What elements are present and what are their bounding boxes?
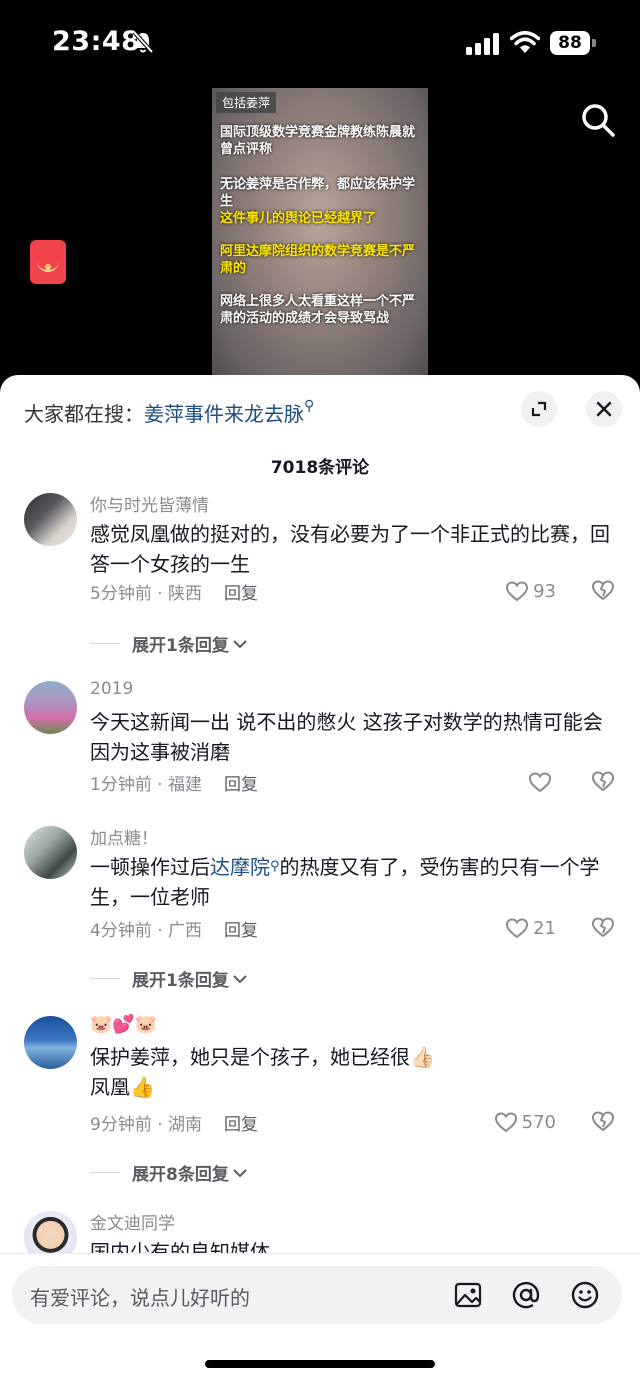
avatar[interactable]	[24, 493, 77, 546]
comment-text: 保护姜萍，她只是个孩子，她已经很👍🏻 凤凰👍	[90, 1042, 620, 1102]
comment-text: 感觉凤凰做的挺对的，没有必要为了一个非正式的比赛，回答一个女孩的一生	[90, 522, 610, 576]
close-icon	[596, 401, 612, 417]
red-packet-icon[interactable]	[30, 240, 66, 284]
emoji-icon[interactable]	[570, 1280, 600, 1310]
chevron-down-icon	[233, 639, 247, 648]
comment-text-part: 一顿操作过后	[90, 855, 210, 879]
like-count: 93	[533, 580, 556, 602]
trending-search-label: 大家都在搜：	[24, 402, 144, 426]
video-frame[interactable]: 包括姜萍 国际顶级数学竞赛金牌教练陈晨就曾点评称 无论姜萍是否作弊，都应该保护学…	[212, 88, 428, 378]
comment-text: 一顿操作过后达摩院⚲的热度又有了，受伤害的只有一个学生，一位老师	[90, 852, 620, 912]
battery-tip	[592, 39, 596, 47]
like-button[interactable]: 93	[505, 579, 556, 603]
comment-text-line: 凤凰👍	[90, 1075, 155, 1099]
comment-input-bar: 有爱评论，说点儿好听的	[0, 1253, 640, 1387]
status-time: 23:48	[52, 26, 141, 57]
image-icon[interactable]	[453, 1280, 483, 1310]
close-button[interactable]	[586, 391, 622, 427]
video-caption-line: 这件事儿的舆论已经越界了	[220, 211, 377, 226]
divider	[90, 978, 120, 979]
status-bar: 23:48 88	[0, 0, 640, 88]
chevron-down-icon	[233, 1168, 247, 1177]
comment-text: 今天这新闻一出 说不出的憋火 这孩子对数学的热情可能会因为这事被消磨	[90, 710, 603, 764]
comment-input[interactable]: 有爱评论，说点儿好听的	[12, 1266, 622, 1324]
home-indicator	[205, 1360, 435, 1368]
like-button[interactable]: 21	[505, 916, 556, 940]
avatar[interactable]	[24, 681, 77, 734]
expand-replies-label: 展开1条回复	[132, 971, 229, 991]
expand-replies-button[interactable]: 展开8条回复	[90, 1160, 247, 1185]
video-tag: 包括姜萍	[216, 92, 277, 113]
comment-input-placeholder: 有爱评论，说点儿好听的	[30, 1286, 250, 1310]
comment-author[interactable]: 你与时光皆薄情	[90, 491, 209, 516]
heart-icon	[528, 772, 552, 793]
expand-icon	[531, 401, 547, 417]
comment-author[interactable]: 2019	[90, 679, 133, 699]
comment-time-location: 5分钟前 · 陕西	[90, 584, 203, 604]
avatar[interactable]	[24, 826, 77, 879]
comment-meta: 1分钟前 · 福建 回复	[90, 770, 258, 795]
comment-time-location: 1分钟前 · 福建	[90, 775, 203, 795]
video-caption-line: 无论姜萍是否作弊，都应该保护学生	[220, 177, 416, 209]
small-search-icon: ⚲	[304, 398, 315, 414]
expand-replies-button[interactable]: 展开1条回复	[90, 966, 247, 991]
comment-text-line: 保护姜萍，她只是个孩子，她已经很👍🏻	[90, 1045, 435, 1069]
trending-search-link[interactable]: 姜萍事件来龙去脉	[144, 402, 304, 426]
mention-icon[interactable]	[511, 1280, 541, 1310]
like-count: 570	[521, 1111, 556, 1133]
heart-icon	[506, 581, 529, 602]
fullscreen-button[interactable]	[521, 391, 557, 427]
expand-replies-button[interactable]: 展开1条回复	[90, 631, 247, 656]
like-count: 21	[533, 917, 556, 939]
broken-heart-icon[interactable]	[591, 770, 615, 792]
comment-author[interactable]: 加点糖！	[90, 824, 158, 849]
chevron-down-icon	[233, 974, 247, 983]
comment-author[interactable]: 金文迪同学	[90, 1209, 175, 1234]
comment-time-location: 9分钟前 · 湖南	[90, 1115, 203, 1135]
reply-button[interactable]: 回复	[224, 775, 258, 795]
reply-button[interactable]: 回复	[224, 921, 258, 941]
battery-level: 88	[550, 31, 590, 55]
cellular-signal-icon	[466, 33, 499, 55]
video-caption-line: 阿里达摩院组织的数学竞赛是不严肃的	[220, 244, 416, 276]
broken-heart-icon[interactable]	[591, 579, 615, 601]
like-button[interactable]	[528, 770, 556, 794]
trending-search[interactable]: 大家都在搜：姜萍事件来龙去脉⚲	[24, 398, 314, 427]
broken-heart-icon[interactable]	[591, 1110, 615, 1132]
comment-author[interactable]: 🐷💕🐷	[90, 1014, 157, 1035]
wifi-icon	[510, 31, 540, 53]
battery-indicator: 88	[550, 31, 596, 55]
comment-time-location: 4分钟前 · 广西	[90, 921, 203, 941]
bell-muted-icon	[132, 30, 154, 54]
divider	[90, 643, 120, 644]
comment-count: 7018条评论	[270, 458, 370, 478]
video-caption-line: 网络上很多人太看重这样一个不严肃的活动的成绩才会导致骂战	[220, 294, 416, 326]
like-button[interactable]: 570	[494, 1110, 556, 1134]
video-player[interactable]: 包括姜萍 国际顶级数学竞赛金牌教练陈晨就曾点评称 无论姜萍是否作弊，都应该保护学…	[0, 88, 640, 378]
comment-sheet: 大家都在搜：姜萍事件来龙去脉⚲ 7018条评论 你与时光皆薄情 感觉凤凰做的挺对…	[0, 375, 640, 1387]
comment-meta: 4分钟前 · 广西 回复	[90, 916, 258, 941]
divider	[90, 1172, 120, 1173]
small-search-icon: ⚲	[270, 859, 280, 874]
comment-meta: 9分钟前 · 湖南 回复	[90, 1110, 258, 1135]
search-icon[interactable]	[580, 102, 616, 138]
heart-icon	[506, 918, 529, 939]
heart-icon	[494, 1112, 517, 1133]
video-caption-line: 国际顶级数学竞赛金牌教练陈晨就曾点评称	[220, 125, 416, 157]
broken-heart-icon[interactable]	[591, 916, 615, 938]
avatar[interactable]	[24, 1016, 77, 1069]
reply-button[interactable]: 回复	[224, 1115, 258, 1135]
expand-replies-label: 展开1条回复	[132, 636, 229, 656]
comment-meta: 5分钟前 · 陕西 回复	[90, 579, 258, 604]
expand-replies-label: 展开8条回复	[132, 1165, 229, 1185]
reply-button[interactable]: 回复	[224, 584, 258, 604]
topic-link[interactable]: 达摩院	[210, 855, 270, 879]
